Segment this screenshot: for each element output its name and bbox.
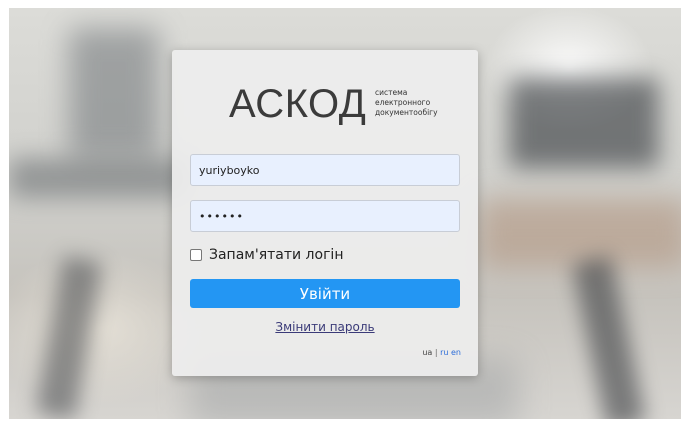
lang-ua-link[interactable]: ua [422, 348, 432, 357]
bg-blur-shape [69, 28, 159, 158]
remember-login[interactable]: Запам'ятати логін [190, 246, 343, 264]
bg-blur-shape [479, 198, 681, 268]
login-input[interactable] [190, 154, 460, 186]
remember-label: Запам'ятати логін [209, 247, 344, 263]
logo-name: АСКОД [229, 82, 367, 126]
logo-subtitle-line: документообігу [375, 108, 438, 117]
login-button[interactable]: Увійти [190, 279, 460, 308]
login-card: АСКОД система електронного документообіг… [172, 50, 478, 376]
change-password-link[interactable]: Змінити пароль [172, 320, 478, 334]
logo-subtitle-line: система [375, 88, 408, 97]
logo-subtitle: система електронного документообігу [375, 88, 438, 118]
lang-ru-link[interactable]: ru [440, 348, 448, 357]
bg-blur-shape [571, 255, 647, 419]
bg-blur-shape [35, 255, 103, 419]
lang-separator: | [434, 348, 438, 357]
bg-blur-shape [9, 158, 189, 198]
bg-blur-shape [509, 78, 659, 168]
remember-checkbox[interactable] [190, 249, 202, 261]
lang-en-link[interactable]: en [451, 348, 461, 357]
language-switcher: ua | ru en [422, 348, 461, 357]
logo-subtitle-line: електронного [375, 98, 431, 107]
password-input[interactable] [190, 200, 460, 232]
